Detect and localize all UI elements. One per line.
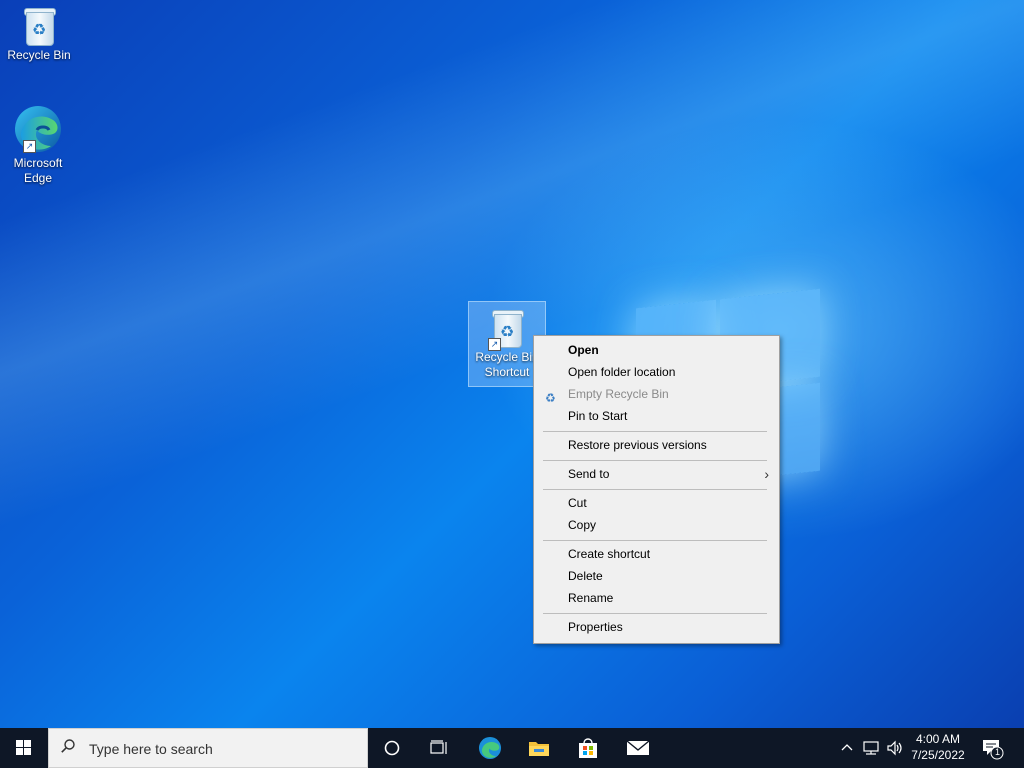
menu-item-label: Delete bbox=[568, 569, 603, 583]
clock-button[interactable]: 4:00 AM 7/25/2022 bbox=[904, 731, 972, 763]
menu-separator bbox=[543, 431, 767, 432]
folder-icon bbox=[529, 742, 549, 756]
menu-item-send-to[interactable]: Send to › bbox=[536, 463, 777, 485]
taskbar-store-button[interactable] bbox=[564, 728, 612, 768]
clock-time: 4:00 AM bbox=[915, 732, 961, 746]
action-center-button[interactable]: 1 bbox=[980, 736, 1004, 760]
chevron-right-icon: › bbox=[764, 466, 769, 482]
recycle-bin-icon: ♻ bbox=[22, 6, 56, 46]
taskbar-edge-button[interactable] bbox=[466, 728, 514, 768]
menu-separator bbox=[543, 613, 767, 614]
menu-separator bbox=[543, 540, 767, 541]
menu-item-cut[interactable]: Cut bbox=[536, 492, 777, 514]
start-button[interactable] bbox=[0, 728, 48, 768]
cortana-circle-icon bbox=[384, 740, 400, 756]
menu-item-label: Restore previous versions bbox=[568, 438, 707, 452]
clock-date: 7/25/2022 bbox=[911, 748, 965, 762]
show-hidden-icons-button[interactable] bbox=[838, 728, 856, 768]
menu-item-label: Cut bbox=[568, 496, 587, 510]
desktop-icon-label-line2: Edge bbox=[23, 171, 53, 185]
search-icon bbox=[61, 739, 75, 753]
search-box[interactable]: Type here to search bbox=[48, 728, 368, 768]
chevron-up-icon bbox=[841, 744, 853, 751]
desktop-icon-recycle-bin[interactable]: ♻ Recycle Bin bbox=[4, 6, 74, 63]
taskbar-mail-button[interactable] bbox=[613, 728, 661, 768]
store-icon bbox=[579, 738, 597, 758]
menu-separator bbox=[543, 489, 767, 490]
mail-icon bbox=[626, 740, 650, 755]
search-placeholder: Type here to search bbox=[89, 741, 213, 757]
edge-icon: ↗ bbox=[13, 104, 63, 154]
menu-item-delete[interactable]: Delete bbox=[536, 565, 777, 587]
menu-item-open-folder-location[interactable]: Open folder location bbox=[536, 361, 777, 383]
task-view-icon bbox=[430, 740, 447, 754]
notification-count-badge: 1 bbox=[994, 747, 1000, 757]
desktop-icon-microsoft-edge[interactable]: ↗ Microsoft Edge bbox=[3, 104, 73, 186]
menu-item-label: Rename bbox=[568, 591, 614, 605]
desktop[interactable]: ♻ Recycle Bin ↗ Microsoft Edge ♻ ↗ Recyc… bbox=[0, 0, 1024, 728]
menu-item-label: Empty Recycle Bin bbox=[568, 387, 669, 401]
cortana-button[interactable] bbox=[368, 728, 416, 768]
desktop-icon-label: Recycle Bin bbox=[7, 48, 71, 62]
menu-item-label: Pin to Start bbox=[568, 409, 628, 423]
network-icon bbox=[863, 741, 879, 755]
volume-icon bbox=[887, 740, 902, 756]
menu-item-properties[interactable]: Properties bbox=[536, 616, 777, 638]
menu-item-label: Open bbox=[568, 343, 599, 357]
menu-item-label: Send to bbox=[568, 467, 610, 481]
menu-item-label: Properties bbox=[568, 620, 623, 634]
taskbar-file-explorer-button[interactable] bbox=[515, 728, 563, 768]
menu-item-pin-to-start[interactable]: Pin to Start bbox=[536, 405, 777, 427]
menu-item-rename[interactable]: Rename bbox=[536, 587, 777, 609]
task-view-button[interactable] bbox=[416, 728, 464, 768]
context-menu: Open Open folder location ♻ Empty Recycl… bbox=[533, 335, 780, 644]
volume-button[interactable] bbox=[884, 728, 906, 768]
desktop-icon-label-line1: Microsoft bbox=[13, 156, 63, 170]
menu-item-label: Copy bbox=[568, 518, 597, 532]
menu-item-label: Open folder location bbox=[568, 365, 676, 379]
menu-item-open[interactable]: Open bbox=[536, 339, 777, 361]
menu-item-empty-recycle-bin[interactable]: ♻ Empty Recycle Bin bbox=[536, 383, 777, 405]
recycle-bin-icon: ♻ ↗ bbox=[488, 308, 524, 351]
menu-item-create-shortcut[interactable]: Create shortcut bbox=[536, 543, 777, 565]
network-button[interactable] bbox=[860, 728, 884, 768]
menu-separator bbox=[543, 460, 767, 461]
edge-icon bbox=[478, 736, 502, 760]
menu-item-label: Create shortcut bbox=[568, 547, 651, 561]
menu-item-restore-previous-versions[interactable]: Restore previous versions bbox=[536, 434, 777, 456]
menu-item-copy[interactable]: Copy bbox=[536, 514, 777, 536]
taskbar: Type here to search 4:00 AM 7/25/2022 1 bbox=[0, 728, 1024, 768]
